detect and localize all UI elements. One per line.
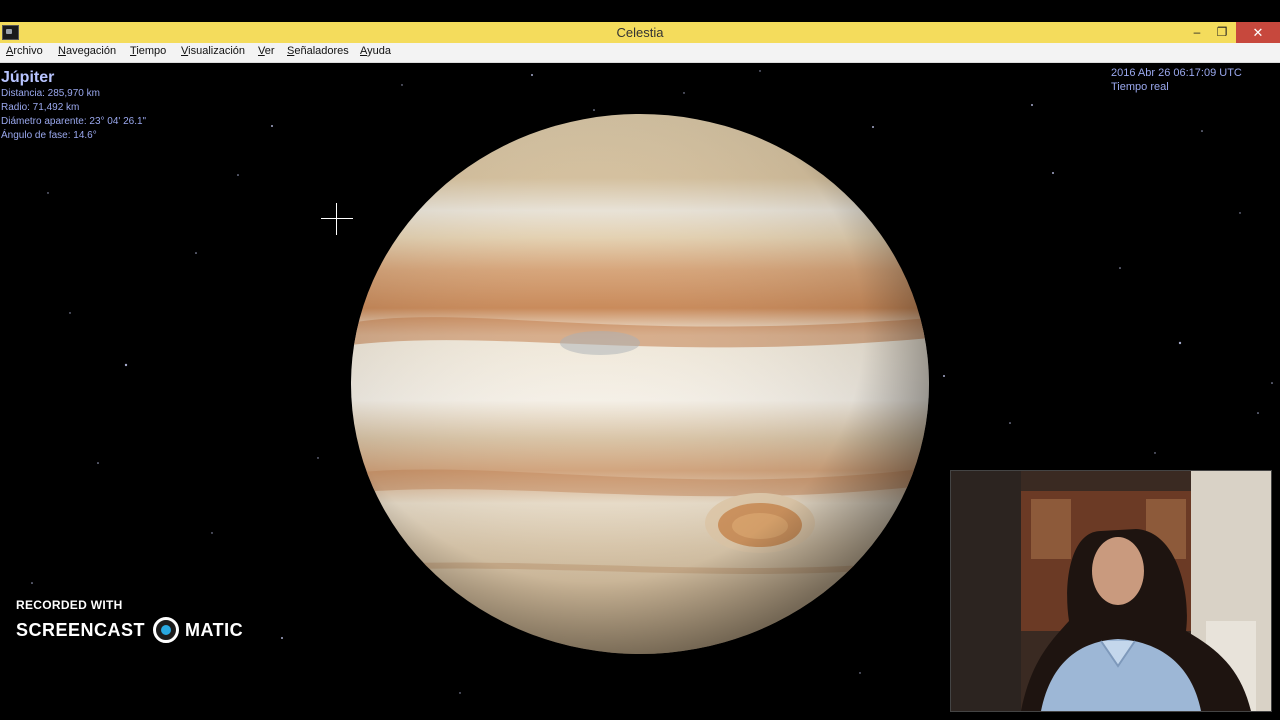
menu-senaladores[interactable]: Señaladores xyxy=(287,45,349,57)
screencast-logo-icon xyxy=(153,617,180,643)
minimize-button[interactable]: – xyxy=(1184,22,1210,43)
time-mode: Tiempo real xyxy=(1111,81,1169,93)
object-info-panel: Júpiter Distancia: 285,970 km Radio: 71,… xyxy=(1,69,146,143)
screencast-o-matic-watermark: SCREENCAST MATIC xyxy=(16,617,243,643)
top-black-strip xyxy=(0,0,1280,22)
menu-tiempo[interactable]: Tiempo xyxy=(130,45,166,57)
watermark-brand-left: SCREENCAST xyxy=(16,619,146,640)
close-button[interactable]: ✕ xyxy=(1236,22,1280,43)
watermark-recorded-with: RECORDED WITH xyxy=(16,598,123,612)
menu-bar: Archivo Navegación Tiempo Visualización … xyxy=(0,43,1280,63)
webcam-feed-image xyxy=(951,471,1271,711)
menu-archivo[interactable]: Archivo xyxy=(6,45,43,57)
object-radius: Radio: 71,492 km xyxy=(1,102,80,113)
menu-ver[interactable]: Ver xyxy=(258,45,275,57)
object-phase-angle: Ángulo de fase: 14.6° xyxy=(1,130,97,141)
object-apparent-diameter: Diámetro aparente: 23° 04' 26.1" xyxy=(1,116,147,127)
restore-button[interactable]: ❐ xyxy=(1209,22,1235,43)
window-title: Celestia xyxy=(616,25,664,40)
menu-navegacion[interactable]: Navegación xyxy=(58,45,116,57)
object-name: Júpiter xyxy=(1,69,55,86)
object-distance: Distancia: 285,970 km xyxy=(1,88,100,99)
jupiter-planet[interactable] xyxy=(350,113,930,655)
webcam-overlay xyxy=(950,470,1272,712)
crosshair-cursor xyxy=(321,203,353,235)
menu-visualizacion[interactable]: Visualización xyxy=(181,45,245,57)
watermark-brand-right: MATIC xyxy=(185,619,244,640)
title-bar[interactable]: Celestia – ❐ ✕ xyxy=(0,22,1280,44)
time-panel: 2016 Abr 26 06:17:09 UTC Tiempo real xyxy=(1111,66,1242,94)
simulation-datetime: 2016 Abr 26 06:17:09 UTC xyxy=(1111,67,1242,79)
menu-ayuda[interactable]: Ayuda xyxy=(360,45,391,57)
